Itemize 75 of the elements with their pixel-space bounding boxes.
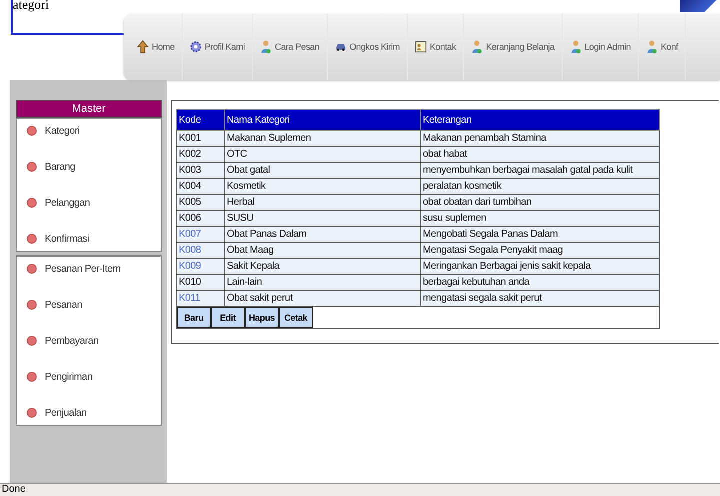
table-cell: SUSU	[224, 210, 420, 226]
column-header: Nama Kategori	[224, 110, 420, 130]
sidebar-link[interactable]: Pesanan Per-Item	[45, 264, 121, 274]
table-cell: Mengobati Segala Panas Dalam	[420, 226, 660, 242]
table-cell: K007	[176, 226, 224, 242]
table-cell: K001	[176, 130, 224, 146]
table-cell: Herbal	[224, 194, 420, 210]
table-cell: K003	[176, 162, 224, 178]
table-cell: Makanan penambah Stamina	[420, 130, 660, 146]
table-cell: peralatan kosmetik	[420, 178, 660, 194]
bullet-icon	[27, 300, 37, 310]
table-cell: Obat Panas Dalam	[224, 226, 420, 242]
nav-link[interactable]: Login Admin	[562, 14, 639, 80]
nav-link[interactable]: Ongkos Kirim	[328, 14, 408, 80]
sidebar-link[interactable]: Penjualan	[45, 408, 87, 418]
sidebar-link[interactable]: Pelanggan	[45, 198, 90, 208]
table-cell: Meringankan Berbagai jenis sakit kepala	[420, 258, 660, 274]
sidebar-link[interactable]: Kategori	[45, 126, 80, 136]
status-text: Done	[2, 484, 26, 495]
table-cell: Mengatasi Segala Penyakit maag	[420, 242, 660, 258]
nav-link[interactable]: Profil Kami	[182, 14, 254, 80]
bullet-icon	[27, 162, 37, 172]
nav-link[interactable]: Kontak	[408, 14, 464, 80]
table-cell: Sakit Kepala	[224, 258, 420, 274]
gear-icon	[190, 40, 202, 54]
sidebar-heading: Master	[16, 100, 162, 118]
page-title: ategori	[13, 0, 50, 11]
bullet-icon	[27, 126, 37, 136]
sidebar-link[interactable]: Pengiriman	[45, 372, 93, 382]
table-cell: K009	[176, 258, 224, 274]
user-icon	[260, 40, 272, 54]
bullet-icon	[27, 234, 37, 244]
table-cell: menyembuhkan berbagai masalah gatal pada kulit	[420, 162, 660, 178]
table-cell: OTC	[224, 146, 420, 162]
arrow-up-icon	[137, 40, 149, 54]
user-icon	[646, 40, 658, 54]
sidebar-link[interactable]: Pembayaran	[45, 336, 99, 346]
action-button[interactable]: Hapus	[245, 307, 279, 328]
table-cell: K008	[176, 242, 224, 258]
nav-link[interactable]: Keranjang Belanja	[464, 14, 563, 80]
user-icon	[570, 40, 582, 54]
action-button[interactable]: Baru	[177, 307, 211, 328]
user-icon	[471, 40, 484, 54]
table-cell: K006	[176, 210, 224, 226]
table-cell: obat habat	[420, 146, 660, 162]
bullet-icon	[27, 372, 37, 382]
table-cell: berbagai kebutuhan anda	[420, 274, 660, 290]
bullet-icon	[27, 198, 37, 208]
table-cell: Obat sakit perut	[224, 290, 420, 306]
bullet-icon	[27, 408, 37, 418]
table-cell: K010	[176, 274, 224, 290]
table-cell: susu suplemen	[420, 210, 660, 226]
bullet-icon	[27, 336, 37, 346]
column-header: Kode	[176, 110, 224, 130]
table-cell: mengatasi segala sakit perut	[420, 290, 660, 306]
table-cell: Obat gatal	[224, 162, 420, 178]
contact-card-icon	[414, 40, 427, 54]
nav-link[interactable]: Konf	[638, 14, 686, 80]
table-cell: Lain-lain	[224, 274, 420, 290]
nav-link[interactable]: Cara Pesan	[253, 14, 328, 80]
sidebar-link[interactable]: Pesanan	[45, 300, 82, 310]
action-button[interactable]: Cetak	[279, 307, 313, 328]
table-cell: Obat Maag	[224, 242, 420, 258]
table-cell: K005	[176, 194, 224, 210]
table-cell: Kosmetik	[224, 178, 420, 194]
sidebar-link[interactable]: Barang	[45, 162, 76, 172]
sidebar-link[interactable]: Konfirmasi	[45, 234, 90, 244]
table-cell: K004	[176, 178, 224, 194]
bullet-icon	[27, 264, 37, 274]
action-button[interactable]: Edit	[211, 307, 245, 328]
table-cell: K002	[176, 146, 224, 162]
table-cell: obat obatan dari tumbihan	[420, 194, 660, 210]
column-header: Keterangan	[420, 110, 660, 130]
table-cell: K011	[176, 290, 224, 306]
table-cell: Makanan Suplemen	[224, 130, 420, 146]
